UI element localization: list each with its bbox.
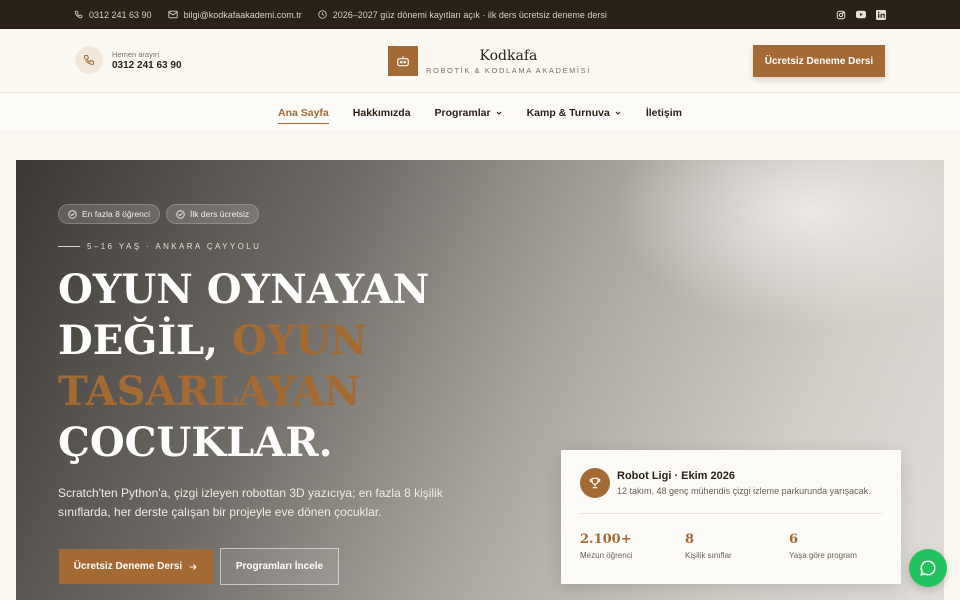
view-programs-button[interactable]: Programları İncele [220, 548, 339, 585]
topbar-phone-text: 0312 241 63 90 [89, 9, 152, 20]
eyebrow-line [58, 246, 80, 247]
social-links [836, 9, 886, 20]
stat-class-size: 8 Kişilik sınıflar [685, 532, 732, 560]
call-circle [75, 46, 103, 74]
top-bar: 0312 241 63 90 bilgi@kodkafaakademi.com.… [0, 0, 960, 29]
call-label: Hemen arayın [112, 49, 160, 59]
chevron-down-icon [496, 111, 501, 115]
card-divider [580, 513, 882, 514]
header-cta-button[interactable]: Ücretsiz Deneme Dersi [753, 45, 885, 77]
robot-league-card: Robot Ligi · Ekim 2026 12 takım, 48 genç… [561, 450, 901, 584]
hero-glow [614, 160, 944, 330]
stat-graduates: 2.100+ Mezun öğrenci [580, 532, 632, 560]
nav-about-label: Hakkımızda [352, 106, 411, 119]
stat-programs-label: Yaşa göre program [789, 551, 857, 560]
check-circle-icon [176, 209, 185, 219]
stat-class-size-label: Kişilik sınıflar [685, 551, 732, 560]
nav-home-label: Ana Sayfa [277, 106, 329, 119]
badge-free-lesson: İlk ders ücretsiz [166, 204, 260, 224]
nav-home[interactable]: Ana Sayfa [277, 94, 329, 131]
chevron-down-icon [615, 111, 621, 115]
chat-bubble-icon [920, 560, 936, 576]
card-subtitle: 12 takım, 48 genç mühendis çizgi izleme … [617, 486, 871, 496]
nav-contact[interactable]: İletişim [646, 94, 682, 131]
eyebrow-text: 5–16 YAŞ · ANKARA ÇAYYOLU [87, 242, 262, 251]
hero-eyebrow: 5–16 YAŞ · ANKARA ÇAYYOLU [58, 242, 261, 251]
stat-programs: 6 Yaşa göre program [789, 532, 857, 560]
nav-camp[interactable]: Kamp & Turnuva [527, 94, 622, 131]
nav-camp-label: Kamp & Turnuva [526, 106, 610, 119]
check-circle-icon [68, 209, 77, 219]
hero-lead: Scratch'ten Python'a, çizgi izleyen robo… [58, 486, 443, 519]
instagram-icon[interactable] [836, 10, 846, 20]
phone-icon [83, 55, 94, 66]
badge-free-lesson-text: İlk ders ücretsiz [190, 209, 250, 219]
stat-graduates-value: 2.100+ [580, 532, 632, 547]
robot-icon [388, 46, 418, 76]
hero-badges: En fazla 8 öğrenci İlk ders ücretsiz [58, 204, 260, 224]
nav-programs-label: Programlar [434, 106, 491, 119]
call-box[interactable]: Hemen arayın 0312 241 63 90 [75, 46, 182, 74]
arrow-right-icon [189, 563, 197, 570]
trial-lesson-label: Ücretsiz Deneme Dersi [73, 561, 183, 572]
stat-graduates-label: Mezun öğrenci [580, 551, 633, 560]
nav-about[interactable]: Hakkımızda [353, 94, 411, 131]
hero-headline: OYUN OYNAYAN DEĞİL, OYUN TASARLAYAN ÇOCU… [58, 264, 478, 468]
card-title: Robot Ligi · Ekim 2026 [617, 470, 735, 482]
stat-programs-value: 6 [789, 532, 799, 547]
trophy-icon [580, 468, 610, 498]
topbar-notice-text: 2026–2027 güz dönemi kayıtları açık · il… [332, 9, 607, 20]
main-nav: Ana Sayfa Hakkımızda Programlar Kamp & T… [0, 94, 960, 131]
topbar-email-text: bilgi@kodkafaakademi.com.tr [183, 9, 302, 20]
brand-name: Kodkafa [479, 47, 538, 64]
topbar-phone[interactable]: 0312 241 63 90 [74, 10, 152, 20]
site-header: Hemen arayın 0312 241 63 90 Kodkafa ROBO… [0, 29, 960, 93]
headline-part-2: ÇOCUKLAR. [58, 419, 333, 466]
brand-text: Kodkafa ROBOTİK & KODLAMA AKADEMİSİ [426, 48, 591, 75]
trial-lesson-button[interactable]: Ücretsiz Deneme Dersi [59, 549, 213, 584]
stat-class-size-value: 8 [685, 532, 695, 547]
badge-class-size-text: En fazla 8 öğrenci [82, 209, 151, 219]
phone-icon [74, 10, 83, 19]
whatsapp-chat-button[interactable] [909, 549, 947, 587]
linkedin-icon[interactable] [876, 9, 886, 20]
nav-programs[interactable]: Programlar [435, 94, 503, 131]
call-text: Hemen arayın 0312 241 63 90 [112, 50, 182, 71]
clock-icon [318, 10, 327, 19]
nav-contact-label: İletişim [645, 106, 682, 119]
badge-class-size: En fazla 8 öğrenci [58, 204, 161, 224]
topbar-email[interactable]: bilgi@kodkafaakademi.com.tr [167, 9, 302, 20]
brand-logo[interactable]: Kodkafa ROBOTİK & KODLAMA AKADEMİSİ [388, 46, 591, 76]
call-number: 0312 241 63 90 [112, 59, 182, 71]
youtube-icon[interactable] [856, 10, 866, 20]
topbar-notice: 2026–2027 güz dönemi kayıtları açık · il… [318, 10, 607, 20]
brand-tagline: ROBOTİK & KODLAMA AKADEMİSİ [426, 65, 591, 75]
mail-icon [167, 10, 178, 19]
